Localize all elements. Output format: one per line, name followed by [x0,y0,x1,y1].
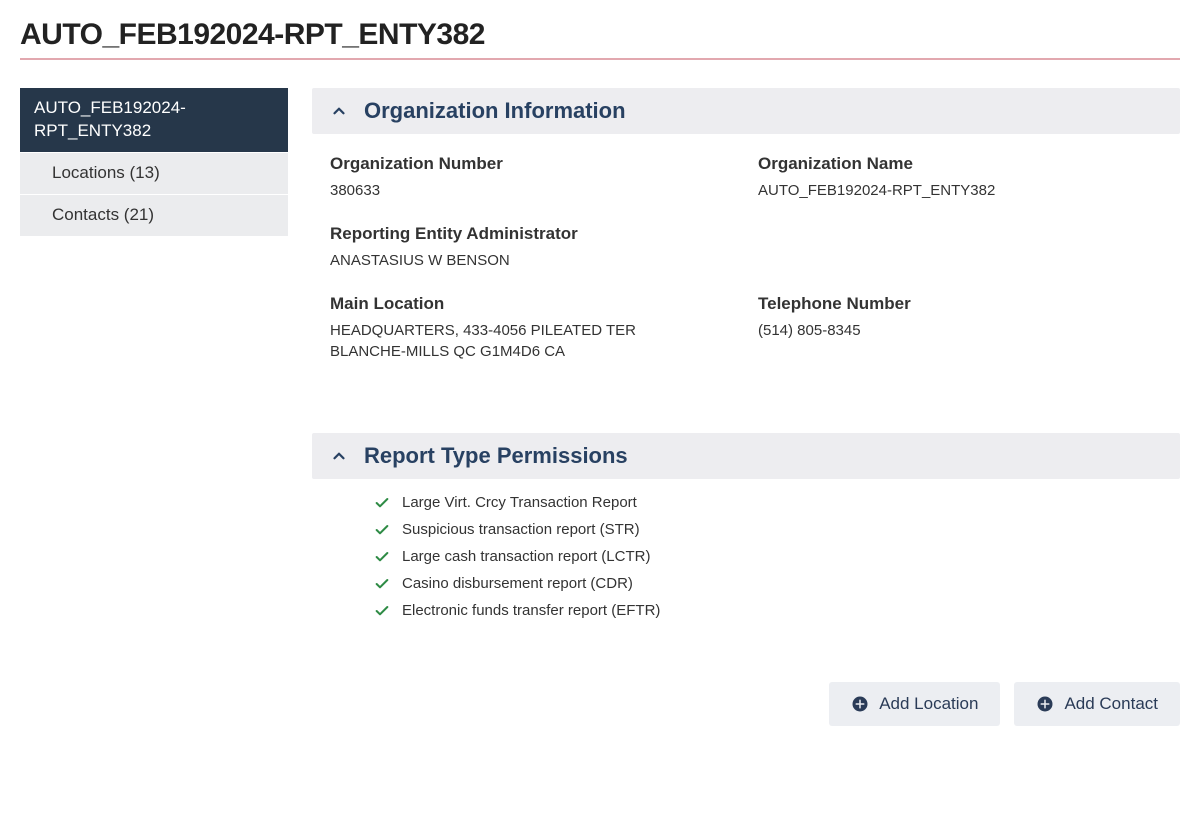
org-name-value: AUTO_FEB192024-RPT_ENTY382 [758,180,1162,202]
org-name-field: Organization Name AUTO_FEB192024-RPT_ENT… [758,154,1162,202]
check-icon [374,522,390,538]
page-title: AUTO_FEB192024-RPT_ENTY382 [20,18,1180,52]
perm-item: Casino disbursement report (CDR) [374,570,1180,597]
admin-label: Reporting Entity Administrator [330,224,1162,244]
tel-field: Telephone Number (514) 805-8345 [758,294,1162,364]
perm-item-label: Electronic funds transfer report (EFTR) [402,602,660,619]
add-location-button[interactable]: Add Location [829,682,1000,726]
org-info-panel-header[interactable]: Organization Information [312,88,1180,134]
perm-panel: Report Type Permissions Large Virt. Crcy… [312,433,1180,624]
perm-list: Large Virt. Crcy Transaction Report Susp… [374,489,1180,624]
main-content: Organization Information Organization Nu… [312,88,1180,726]
sidebar-item-contacts[interactable]: Contacts (21) [20,195,288,237]
org-number-label: Organization Number [330,154,734,174]
tel-value: (514) 805-8345 [758,320,1162,342]
org-info-body: Organization Number 380633 Organization … [312,148,1180,393]
perm-item: Suspicious transaction report (STR) [374,516,1180,543]
sidebar: AUTO_FEB192024- RPT_ENTY382 Locations (1… [20,88,288,237]
main-loc-value: HEADQUARTERS, 433-4056 PILEATED TER BLAN… [330,320,710,364]
add-contact-label: Add Contact [1064,694,1158,714]
admin-value: ANASTASIUS W BENSON [330,250,1162,272]
tel-label: Telephone Number [758,294,1162,314]
org-number-value: 380633 [330,180,734,202]
perm-panel-header[interactable]: Report Type Permissions [312,433,1180,479]
perm-item: Large cash transaction report (LCTR) [374,543,1180,570]
action-bar: Add Location Add Contact [312,682,1180,726]
layout: AUTO_FEB192024- RPT_ENTY382 Locations (1… [20,88,1180,726]
perm-title: Report Type Permissions [364,443,628,469]
add-location-label: Add Location [879,694,978,714]
check-icon [374,549,390,565]
chevron-up-icon [328,445,350,467]
perm-item-label: Casino disbursement report (CDR) [402,575,633,592]
sidebar-item-entity[interactable]: AUTO_FEB192024- RPT_ENTY382 [20,88,288,153]
perm-item-label: Large Virt. Crcy Transaction Report [402,494,637,511]
org-number-field: Organization Number 380633 [330,154,734,202]
perm-item-label: Suspicious transaction report (STR) [402,521,640,538]
check-icon [374,603,390,619]
perm-item: Electronic funds transfer report (EFTR) [374,597,1180,624]
title-rule [20,58,1180,60]
org-info-title: Organization Information [364,98,626,124]
perm-item-label: Large cash transaction report (LCTR) [402,548,650,565]
check-icon [374,576,390,592]
org-name-label: Organization Name [758,154,1162,174]
plus-circle-icon [851,695,869,713]
admin-field: Reporting Entity Administrator ANASTASIU… [330,224,1162,272]
chevron-up-icon [328,100,350,122]
main-loc-label: Main Location [330,294,734,314]
check-icon [374,495,390,511]
sidebar-item-locations[interactable]: Locations (13) [20,153,288,195]
main-loc-field: Main Location HEADQUARTERS, 433-4056 PIL… [330,294,734,364]
add-contact-button[interactable]: Add Contact [1014,682,1180,726]
perm-item: Large Virt. Crcy Transaction Report [374,489,1180,516]
plus-circle-icon [1036,695,1054,713]
